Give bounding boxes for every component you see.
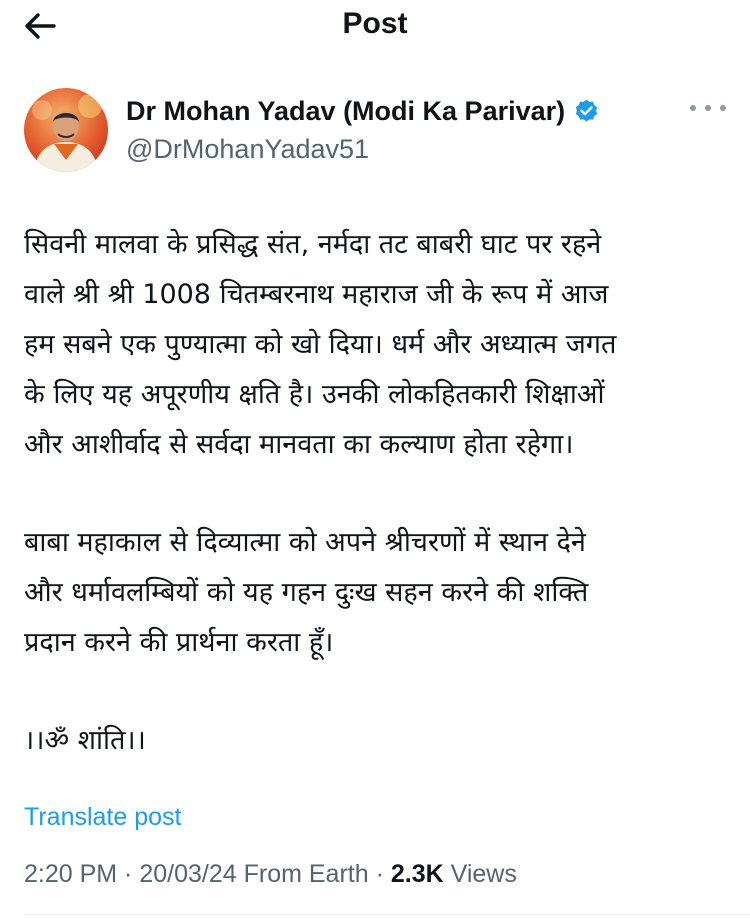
verified-badge-icon xyxy=(573,98,600,125)
more-dot-icon xyxy=(720,105,726,111)
divider xyxy=(24,914,750,915)
views-count[interactable]: 2.3K xyxy=(391,860,444,888)
post-source: From Earth xyxy=(243,860,369,888)
top-bar: Post xyxy=(0,0,750,52)
post-meta: 2:20 PM · 20/03/24 From Earth · 2.3K Vie… xyxy=(24,856,517,892)
author-name[interactable]: Dr Mohan Yadav (Modi Ka Parivar) xyxy=(126,94,565,128)
more-options-button[interactable] xyxy=(690,98,726,118)
post-author: Dr Mohan Yadav (Modi Ka Parivar) @DrMoha… xyxy=(24,88,730,172)
author-handle[interactable]: @DrMohanYadav51 xyxy=(126,132,369,166)
post-time[interactable]: 2:20 PM xyxy=(24,860,117,888)
meta-separator: · xyxy=(368,860,391,888)
meta-separator: · xyxy=(117,860,140,888)
more-dot-icon xyxy=(705,105,711,111)
post-date[interactable]: 20/03/24 xyxy=(139,860,236,888)
page-title: Post xyxy=(342,7,408,40)
post-text: सिवनी मालवा के प्रसिद्ध संत, नर्मदा तट ब… xyxy=(24,220,724,766)
views-label: Views xyxy=(450,860,517,888)
more-dot-icon xyxy=(690,105,696,111)
post-paragraph: ।।ॐ शांति।। xyxy=(24,725,146,756)
avatar-portrait xyxy=(32,94,102,172)
translate-post-link[interactable]: Translate post xyxy=(24,800,181,834)
author-name-line[interactable]: Dr Mohan Yadav (Modi Ka Parivar) xyxy=(126,94,600,128)
post-paragraph: सिवनी मालवा के प्रसिद्ध संत, नर्मदा तट ब… xyxy=(24,229,617,460)
post-paragraph: बाबा महाकाल से दिव्यात्मा को अपने श्रीचर… xyxy=(24,527,589,658)
avatar[interactable] xyxy=(24,88,108,172)
